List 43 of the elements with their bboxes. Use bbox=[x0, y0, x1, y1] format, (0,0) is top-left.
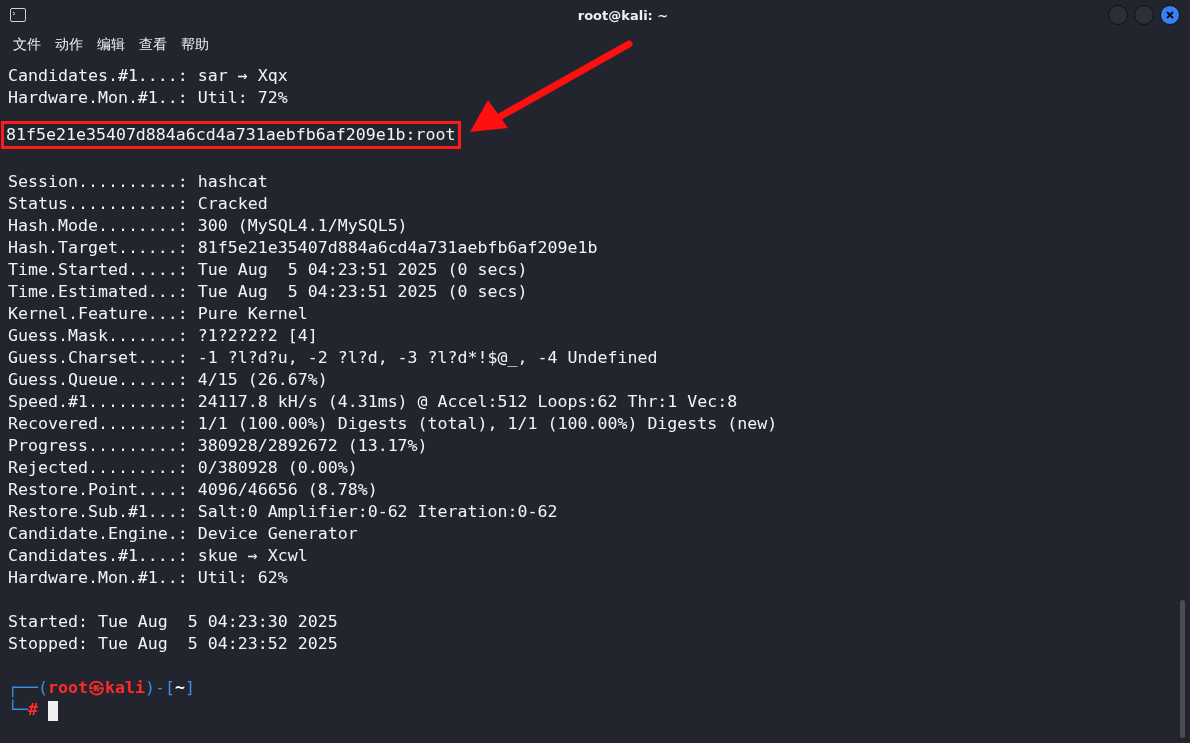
output-line: Session..........: hashcat bbox=[8, 172, 268, 191]
menu-item[interactable]: 编辑 bbox=[90, 34, 132, 56]
cursor bbox=[48, 700, 58, 721]
output-line: Rejected.........: 0/380928 (0.00%) bbox=[8, 458, 358, 477]
menu-item[interactable]: 文件 bbox=[6, 34, 48, 56]
maximize-button[interactable] bbox=[1134, 5, 1154, 25]
output-line: Started: Tue Aug 5 04:23:30 2025 bbox=[8, 612, 338, 631]
output-line: Progress.........: 380928/2892672 (13.17%) bbox=[8, 436, 428, 455]
terminal-icon bbox=[10, 8, 26, 22]
output-line: Speed.#1.........: 24117.8 kH/s (4.31ms) @ Accel:512 Loops:62 Thr:1 Vec:8 bbox=[8, 392, 738, 411]
output-line: Hash.Target......: 81f5e21e35407d884a6cd4a731aebfb6af209e1b bbox=[8, 238, 598, 257]
output-line: Hardware.Mon.#1..: Util: 72% bbox=[8, 88, 288, 107]
prompt-bracket: ┌──( bbox=[8, 678, 48, 697]
output-line: Hardware.Mon.#1..: Util: 62% bbox=[8, 568, 288, 587]
minimize-button[interactable] bbox=[1108, 5, 1128, 25]
close-icon bbox=[1165, 10, 1175, 20]
prompt-directory: ~ bbox=[174, 678, 185, 697]
prompt-symbol: # bbox=[28, 700, 38, 719]
output-line: Stopped: Tue Aug 5 04:23:52 2025 bbox=[8, 634, 338, 653]
output-line: Kernel.Feature...: Pure Kernel bbox=[8, 304, 308, 323]
menu-item[interactable]: 查看 bbox=[132, 34, 174, 56]
output-line: Guess.Queue......: 4/15 (26.67%) bbox=[8, 370, 328, 389]
close-button[interactable] bbox=[1160, 5, 1180, 25]
menu-item[interactable]: 动作 bbox=[48, 34, 90, 56]
output-line: Time.Started.....: Tue Aug 5 04:23:51 2025 (0 secs) bbox=[8, 260, 528, 279]
output-line: Restore.Sub.#1...: Salt:0 Amplifier:0-62 Iteration:0-62 bbox=[8, 502, 558, 521]
menu-item[interactable]: 帮助 bbox=[174, 34, 216, 56]
prompt-user-host: root㉿kali bbox=[47, 678, 145, 697]
scrollbar[interactable] bbox=[1180, 600, 1185, 738]
output-line: Restore.Point....: 4096/46656 (8.78%) bbox=[8, 480, 378, 499]
output-line: Guess.Mask.......: ?1?2?2?2 [4] bbox=[8, 326, 318, 345]
output-line: Candidates.#1....: skue → Xcwl bbox=[8, 546, 308, 565]
output-line: Status...........: Cracked bbox=[8, 194, 268, 213]
output-line: Recovered........: 1/1 (100.00%) Digests (total), 1/1 (100.00%) Digests (new) bbox=[8, 414, 778, 433]
output-line: Guess.Charset....: -1 ?l?d?u, -2 ?l?d, -3 ?l?d*!$@_, -4 Undefined bbox=[8, 348, 658, 367]
window-title: root@kali: ~ bbox=[577, 7, 669, 23]
output-line: Time.Estimated...: Tue Aug 5 04:23:51 2025 (0 secs) bbox=[8, 282, 528, 301]
output-line: Candidate.Engine.: Device Generator bbox=[8, 524, 358, 543]
output-line: Hash.Mode........: 300 (MySQL4.1/MySQL5) bbox=[8, 216, 408, 235]
output-line: Candidates.#1....: sar → Xqx bbox=[8, 66, 288, 85]
prompt-bracket: ] bbox=[184, 678, 195, 697]
prompt-corner: └─ bbox=[8, 700, 28, 719]
prompt-bracket: )-[ bbox=[144, 678, 175, 697]
